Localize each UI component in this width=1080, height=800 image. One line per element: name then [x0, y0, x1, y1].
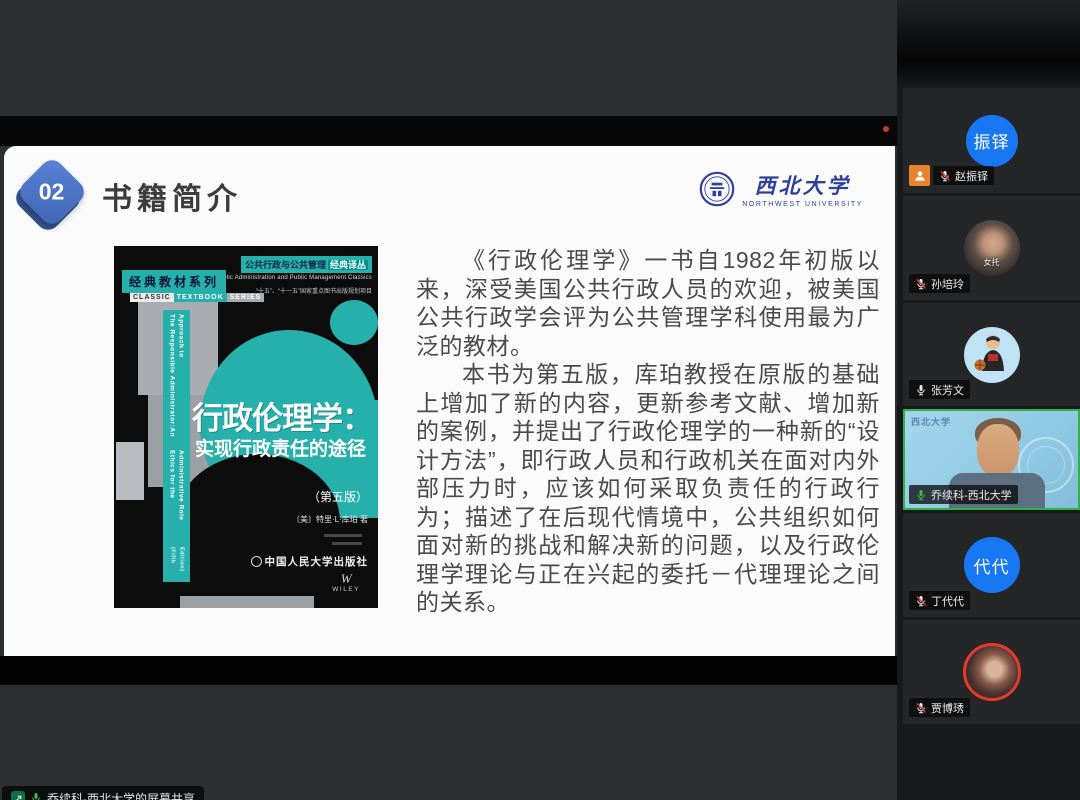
paragraph-2: 本书为第五版，库珀教授在原版的基础上增加了新的内容，更新参考文献、增加新的案例，…	[416, 360, 880, 617]
participant-name: 张芳文	[931, 382, 964, 398]
participant-tile[interactable]: 女托 孙培玲	[903, 196, 1080, 300]
participant-name: 丁代代	[931, 593, 964, 609]
book-subtitle: 实现行政责任的途径	[195, 434, 366, 461]
name-badge: 赵振铎	[933, 166, 994, 185]
spine-line-2: Ethics for the Administrative Role	[168, 450, 186, 547]
series-left-en-2: TEXTBOOK	[174, 293, 227, 302]
series-left-en-1: CLASSIC	[130, 293, 174, 302]
participants-sidebar: 振铎 赵振铎 女托	[897, 0, 1080, 800]
participant-name: 赵振铎	[955, 168, 988, 184]
participant-tile-active-speaker[interactable]: 西北大学 乔续科-西北大学	[903, 409, 1080, 510]
participant-badge-row: 丁代代	[909, 591, 970, 610]
cover-series-en: Public Administration and Public Managem…	[216, 275, 372, 281]
participant-badge-row: 孙培玲	[909, 274, 970, 293]
university-logo: 西北大学 NORTHWEST UNIVERSITY	[699, 170, 863, 208]
avatar-initials: 振铎	[966, 115, 1018, 167]
screen-share-icon	[11, 791, 25, 800]
avatar-caption: 女托	[964, 257, 1020, 268]
participant-tile[interactable]: 张芳文	[903, 303, 1080, 406]
participant-badge-row: 赵振铎	[909, 165, 994, 186]
cover-gray-shape	[116, 442, 144, 500]
book-author: 〔美〕特里·L·库珀 著	[292, 514, 368, 525]
avatar-initials: 代代	[964, 537, 1020, 593]
name-badge: 丁代代	[909, 591, 970, 610]
mic-muted-icon	[915, 278, 927, 290]
slide-title: 书籍简介	[102, 174, 242, 218]
participant-name: 乔续科-西北大学	[931, 487, 1012, 503]
avatar-photo: 女托	[964, 220, 1020, 276]
screen-share-banner-text: 乔续科-西北大学的屏幕共享	[47, 790, 195, 800]
book-cover: The Responsible Administrator:An Approac…	[114, 246, 378, 608]
name-badge: 贾博琇	[909, 698, 970, 717]
section-number: 02	[39, 179, 65, 206]
spine-edition: (Fifth Edition)	[168, 547, 186, 582]
avatar-text: 振铎	[974, 128, 1010, 153]
mic-muted-icon	[939, 170, 951, 182]
book-edition: （第五版）	[308, 488, 368, 505]
mic-speaking-icon	[915, 489, 927, 501]
translator-line-placeholder	[332, 542, 362, 545]
avatar-photo	[963, 643, 1021, 701]
paragraph-1: 《行政伦理学》一书自1982年初版以来，深受美国公共行政人员的欢迎，被美国公共行…	[416, 246, 880, 360]
participant-badge-row: 乔续科-西北大学	[909, 485, 1018, 504]
cover-gray-band	[180, 596, 314, 608]
wiley-mark-icon: W	[341, 572, 352, 585]
university-name-en: NORTHWEST UNIVERSITY	[742, 201, 863, 208]
name-badge: 乔续科-西北大学	[909, 485, 1018, 504]
cover-series-left-en: CLASSICTEXTBOOKSERIES	[130, 294, 264, 301]
slide-body-text: 《行政伦理学》一书自1982年初版以来，深受美国公共行政人员的欢迎，被美国公共行…	[416, 246, 880, 646]
wiley-text: WILEY	[332, 586, 360, 593]
university-name-cn: 西北大学	[755, 170, 851, 200]
screen-share-banner[interactable]: 乔续科-西北大学的屏幕共享	[2, 786, 204, 800]
series-left-en-3: SERIES	[227, 293, 265, 302]
wiley-logo: W WILEY	[332, 572, 360, 593]
university-name: 西北大学 NORTHWEST UNIVERSITY	[742, 170, 863, 208]
university-seal-icon	[699, 171, 735, 207]
participant-tile[interactable]: 代代 丁代代	[903, 513, 1080, 617]
video-person-face	[977, 424, 1019, 477]
mic-on-icon	[915, 384, 927, 396]
avatar-cartoon	[964, 327, 1020, 383]
letterbox-top	[0, 116, 897, 146]
participant-name: 孙培玲	[931, 276, 964, 292]
avatar-text: 代代	[974, 553, 1010, 578]
series-band-cn: 公共行政与公共管理	[245, 260, 326, 270]
participant-tile[interactable]: 振铎 赵振铎	[903, 88, 1080, 193]
translator-line-placeholder	[324, 534, 362, 537]
cover-series-left-cn: 经典教材系列	[122, 270, 226, 293]
mic-muted-icon	[915, 702, 927, 714]
name-badge: 张芳文	[909, 380, 970, 399]
cover-series-band: 公共行政与公共管理经典译丛	[241, 256, 372, 273]
cover-spine-text: The Responsible Administrator:An Approac…	[163, 310, 190, 582]
cover-teal-circle-small	[330, 300, 378, 345]
participant-tile[interactable]: 贾博琇	[903, 620, 1080, 724]
cover-project-line: “十五”、“十一五”国家重点图书出版规划项目	[256, 286, 372, 295]
participant-badge-row: 贾博琇	[909, 698, 970, 717]
publisher-name: 中国人民大学出版社	[265, 554, 369, 569]
name-badge: 孙培玲	[909, 274, 970, 293]
mic-on-icon	[30, 792, 42, 800]
series-band-tag: 经典译丛	[328, 260, 368, 270]
participant-name: 贾博琇	[931, 700, 964, 716]
recording-dot	[883, 126, 889, 132]
section-number-badge: 02	[15, 155, 89, 229]
book-publisher: 中国人民大学出版社	[251, 554, 369, 569]
publisher-logo-icon	[251, 556, 262, 567]
book-title: 行政伦理学：	[192, 393, 372, 438]
spine-line-1: The Responsible Administrator:An Approac…	[168, 314, 186, 450]
presentation-slide: 02 书籍简介 西北大学 NORTHWEST UNIVERSITY	[4, 146, 895, 656]
screen-share-stage: 02 书籍简介 西北大学 NORTHWEST UNIVERSITY	[0, 0, 897, 800]
video-watermark: 西北大学	[911, 415, 951, 428]
person-icon	[909, 165, 930, 186]
mic-muted-icon	[915, 595, 927, 607]
participant-badge-row: 张芳文	[909, 380, 970, 399]
meeting-window: 02 书籍简介 西北大学 NORTHWEST UNIVERSITY	[0, 0, 1080, 800]
letterbox-bottom	[0, 656, 897, 685]
